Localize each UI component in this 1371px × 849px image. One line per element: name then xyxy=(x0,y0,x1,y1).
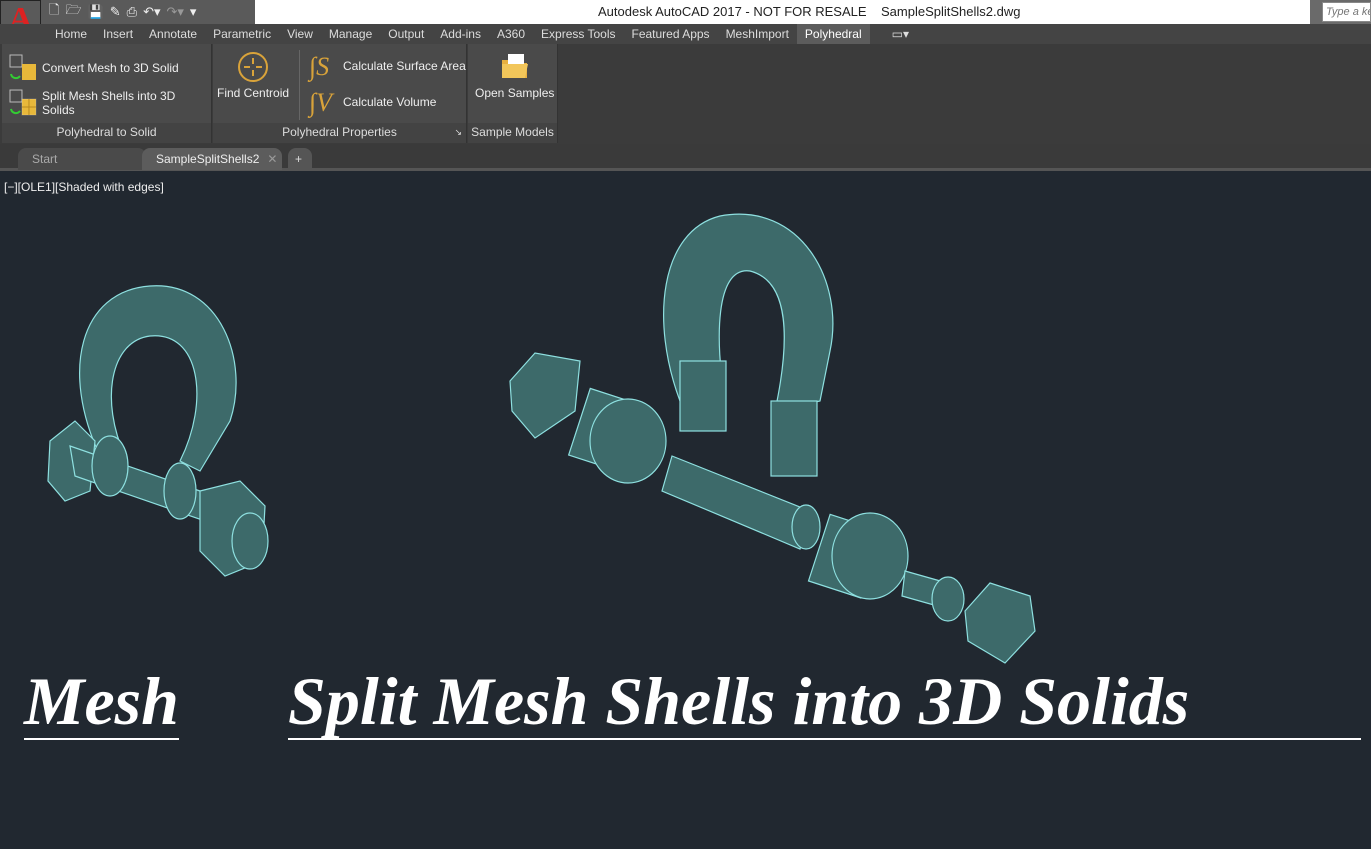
folder-icon xyxy=(501,54,528,78)
tab-polyhedral[interactable]: Polyhedral xyxy=(796,24,870,44)
split-mesh-button[interactable]: Split Mesh Shells into 3D Solids xyxy=(8,89,211,117)
tab-add-ins[interactable]: Add-ins xyxy=(432,24,489,44)
calculate-volume-button[interactable]: ∫V Calculate Volume xyxy=(309,88,436,117)
solid-cylinder xyxy=(807,512,909,600)
tab-insert[interactable]: Insert xyxy=(95,24,141,44)
panel-label: Polyhedral Properties ↘ xyxy=(213,123,466,143)
doc-tab-start[interactable]: Start xyxy=(18,148,146,170)
calculate-surface-area-button[interactable]: ∫S Calculate Surface Area xyxy=(309,52,466,81)
undo-icon[interactable]: ↶▾ xyxy=(143,4,160,20)
print-icon[interactable]: ⎙ xyxy=(127,4,137,20)
tab-a360[interactable]: A360 xyxy=(489,24,533,44)
solid-hex-nut xyxy=(509,352,581,439)
customize-icon[interactable]: ▾ xyxy=(190,4,197,20)
search-input[interactable] xyxy=(1322,2,1371,22)
quick-access-toolbar: 🗋 🗁 💾 ✎ ⎙ ↶▾ ↷▾ ▾ xyxy=(41,0,255,24)
caption-mesh: Mesh xyxy=(24,663,179,740)
tab-annotate[interactable]: Annotate xyxy=(141,24,205,44)
ribbon-tabs: Home Insert Annotate Parametric View Man… xyxy=(0,24,1371,44)
solid-shackle-leg xyxy=(679,360,727,432)
search-box[interactable] xyxy=(1310,0,1371,24)
open-icon[interactable]: 🗁 xyxy=(65,1,81,23)
tab-meshimport[interactable]: MeshImport xyxy=(718,24,797,44)
new-icon[interactable]: 🗋 xyxy=(49,1,59,23)
solid-hex-nut xyxy=(964,582,1036,664)
tab-featured-apps[interactable]: Featured Apps xyxy=(624,24,718,44)
solid-shackle-leg xyxy=(770,400,818,477)
panel-polyhedral-to-solid: Convert Mesh to 3D Solid Split Mesh Shel… xyxy=(2,44,212,143)
convert-mesh-icon xyxy=(9,54,36,80)
tab-output[interactable]: Output xyxy=(380,24,432,44)
split-solids xyxy=(509,213,1036,664)
save-icon[interactable]: 💾 xyxy=(88,4,104,20)
find-centroid-button[interactable]: Find Centroid xyxy=(217,50,289,100)
doc-tab-samplesplitshells2[interactable]: SampleSplitShells2 ✕ xyxy=(142,148,282,170)
tab-express-tools[interactable]: Express Tools xyxy=(533,24,623,44)
close-icon[interactable]: ✕ xyxy=(267,152,277,166)
tab-view[interactable]: View xyxy=(279,24,321,44)
save-as-icon[interactable]: ✎ xyxy=(110,4,121,20)
surface-integral-icon: ∫S xyxy=(309,52,330,81)
volume-integral-icon: ∫V xyxy=(309,88,333,117)
split-mesh-icon xyxy=(9,89,37,116)
panel-sample-models: Open Samples Sample Models xyxy=(468,44,558,143)
window-title: Autodesk AutoCAD 2017 - NOT FOR RESALE S… xyxy=(598,4,1021,19)
panel-polyhedral-properties: Find Centroid ∫S Calculate Surface Area … xyxy=(213,44,467,143)
tab-manage[interactable]: Manage xyxy=(321,24,380,44)
model-space[interactable] xyxy=(0,171,1371,849)
tab-home[interactable]: Home xyxy=(47,24,95,44)
open-samples-button[interactable]: Open Samples xyxy=(475,50,554,100)
panel-label: Sample Models xyxy=(468,123,557,143)
panel-label: Polyhedral to Solid xyxy=(2,123,211,143)
mesh-shackle xyxy=(47,285,269,577)
new-tab-plus-icon[interactable]: + xyxy=(288,148,312,170)
ribbon: Convert Mesh to 3D Solid Split Mesh Shel… xyxy=(0,44,1371,144)
solid-collar xyxy=(901,570,965,622)
convert-mesh-button[interactable]: Convert Mesh to 3D Solid xyxy=(8,54,179,82)
document-tabs: Start SampleSplitShells2 ✕ + xyxy=(0,144,1371,171)
solid-cylinder xyxy=(567,387,667,484)
caption-split-shells: Split Mesh Shells into 3D Solids xyxy=(288,664,1361,740)
redo-icon[interactable]: ↷▾ xyxy=(167,4,184,20)
tab-parametric[interactable]: Parametric xyxy=(205,24,279,44)
separator xyxy=(299,50,300,120)
ribbon-toggle-icon[interactable]: ▭▾ xyxy=(884,24,917,44)
dialog-launcher-icon[interactable]: ↘ xyxy=(454,123,462,142)
centroid-icon xyxy=(238,52,269,82)
